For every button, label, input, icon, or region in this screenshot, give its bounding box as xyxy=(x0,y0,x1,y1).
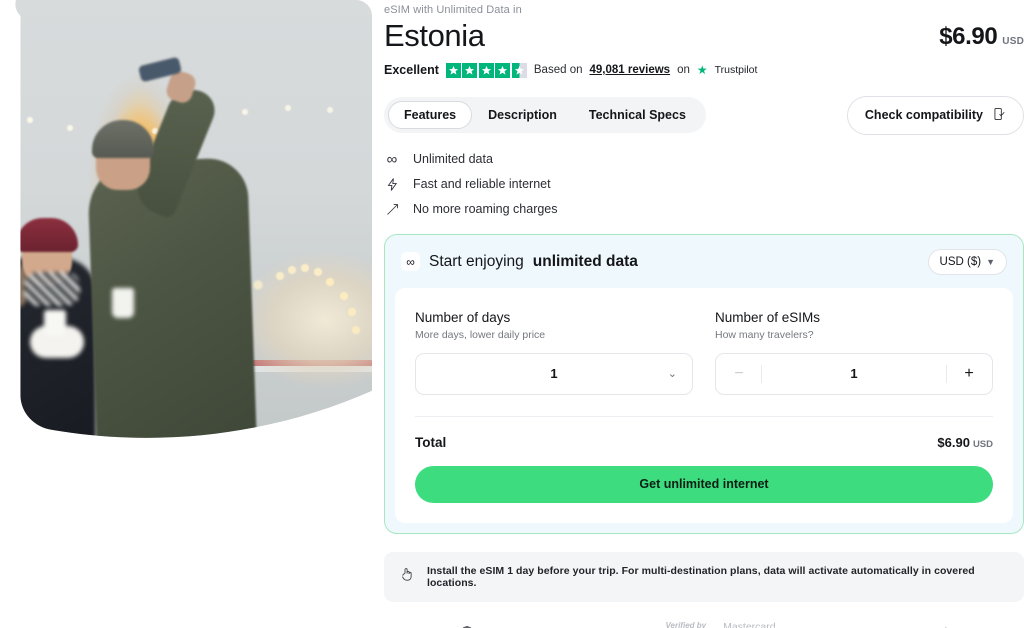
offer-fields: Number of days More days, lower daily pr… xyxy=(415,310,993,395)
days-field-sub: More days, lower daily price xyxy=(415,328,546,341)
hero-person-woman-cup xyxy=(44,310,66,336)
esims-decrement-button[interactable]: − xyxy=(716,354,762,394)
tabs-row: Features Description Technical Specs Che… xyxy=(384,95,1024,135)
no-roaming-icon xyxy=(384,202,400,217)
offer-title-strong: unlimited data xyxy=(532,252,638,270)
days-select-value: 1 xyxy=(550,366,558,382)
days-select[interactable]: 1 ⌄ xyxy=(415,352,693,395)
headline-price-currency: USD xyxy=(1002,35,1024,47)
product-details-panel: eSIM with Unlimited Data in Estonia $6.9… xyxy=(384,0,1024,628)
esims-field-sub: How many travelers? xyxy=(715,328,814,341)
tab-technical-specs[interactable]: Technical Specs xyxy=(573,101,702,129)
hero-image-mask xyxy=(0,0,372,440)
star-half-icon xyxy=(511,62,527,78)
mastercard-wordmark: Mastercard xyxy=(723,620,776,628)
infinity-icon: ∞ xyxy=(386,150,398,168)
secure-payment-guarantee: SECURE PAYMENT GUARANTEED xyxy=(461,624,648,628)
mastercard-logo: Mastercard SecureCode xyxy=(723,620,781,628)
star-icon xyxy=(495,62,511,78)
visa-verified-label: Verified by xyxy=(665,621,707,628)
feature-item: No more roaming charges xyxy=(384,202,1024,217)
title-row: Estonia $6.90 USD xyxy=(384,18,1024,54)
headline-price: $6.90 USD xyxy=(939,23,1024,54)
chevron-down-icon: ▼ xyxy=(986,256,995,267)
rating-stars xyxy=(445,62,527,78)
hero-person-man-cup xyxy=(112,288,134,318)
esims-field-label: Number of eSIMs xyxy=(715,309,821,325)
offer-card-body: Number of days More days, lower daily pr… xyxy=(395,287,1013,523)
days-field: Number of days More days, lower daily pr… xyxy=(415,310,693,395)
offer-title-prefix: Start enjoying xyxy=(429,252,524,270)
tab-features[interactable]: Features xyxy=(388,101,473,130)
trustpilot-name: Trustpilot xyxy=(714,64,758,77)
hero-image xyxy=(0,0,372,440)
esims-value: 1 xyxy=(850,366,858,382)
rating-on-label: on xyxy=(677,64,690,77)
total-amount: $6.90 USD xyxy=(937,434,993,452)
trustpilot-star-icon: ★ xyxy=(696,63,708,78)
total-price-value: $6.90 xyxy=(937,434,970,450)
currency-select-value: USD ($) xyxy=(939,255,982,268)
page-title: Estonia xyxy=(384,18,485,53)
feature-list: ∞ Unlimited data Fast and reliable inter… xyxy=(384,152,1024,217)
shield-icon xyxy=(461,624,473,628)
trustpilot-rating: Excellent Based on 49,081 reviews on ★ T… xyxy=(384,62,1024,78)
esims-stepper: − 1 + xyxy=(715,352,993,395)
total-row: Total $6.90 USD xyxy=(415,434,993,452)
product-page: eSIM with Unlimited Data in Estonia $6.9… xyxy=(0,0,1024,628)
tab-bar: Features Description Technical Specs xyxy=(384,97,706,134)
feature-label: Fast and reliable internet xyxy=(413,177,551,192)
offer-card: ∞ Start enjoying unlimited data USD ($) … xyxy=(384,233,1024,534)
hero-person-woman-scarf xyxy=(24,272,80,306)
star-icon xyxy=(462,62,478,78)
star-icon xyxy=(478,62,494,78)
star-icon xyxy=(445,62,461,78)
feature-item: Fast and reliable internet xyxy=(384,177,1024,192)
offer-card-header: ∞ Start enjoying unlimited data USD ($) … xyxy=(385,235,1023,288)
currency-select[interactable]: USD ($) ▼ xyxy=(927,248,1007,275)
lightning-bolt-icon xyxy=(384,177,400,192)
chevron-down-icon: ⌄ xyxy=(667,368,677,381)
feature-label: Unlimited data xyxy=(413,152,493,167)
check-compatibility-button[interactable]: Check compatibility xyxy=(846,95,1024,135)
visa-logo: Verified by VISA xyxy=(665,622,706,628)
phone-check-icon xyxy=(992,107,1006,124)
esims-field: Number of eSIMs How many travelers? − 1 … xyxy=(715,310,993,395)
product-eyebrow: eSIM with Unlimited Data in xyxy=(384,4,522,16)
esims-increment-button[interactable]: + xyxy=(946,354,992,394)
install-notice: Install the eSIM 1 day before your trip.… xyxy=(384,551,1024,602)
days-field-label: Number of days xyxy=(415,309,511,325)
headline-price-value: $6.90 xyxy=(939,22,998,50)
feature-label: No more roaming charges xyxy=(413,202,558,217)
total-label: Total xyxy=(415,434,447,450)
reviews-count-link[interactable]: 49,081 reviews xyxy=(590,64,671,76)
check-compatibility-label: Check compatibility xyxy=(864,108,983,123)
install-notice-text: Install the eSIM 1 day before your trip.… xyxy=(427,564,975,589)
rating-word: Excellent xyxy=(384,63,439,78)
total-price-currency: USD xyxy=(972,438,993,450)
tab-description[interactable]: Description xyxy=(472,101,573,129)
payment-methods-row: SECURE PAYMENT GUARANTEED Verified by VI… xyxy=(384,620,1024,628)
offer-title: ∞ Start enjoying unlimited data xyxy=(401,252,638,272)
tap-hand-icon xyxy=(399,566,415,587)
feature-item: ∞ Unlimited data xyxy=(384,152,1024,167)
divider xyxy=(415,415,993,417)
get-unlimited-internet-button[interactable]: Get unlimited internet xyxy=(415,465,993,503)
infinity-icon: ∞ xyxy=(401,252,420,272)
rating-based-on: Based on xyxy=(533,64,583,77)
